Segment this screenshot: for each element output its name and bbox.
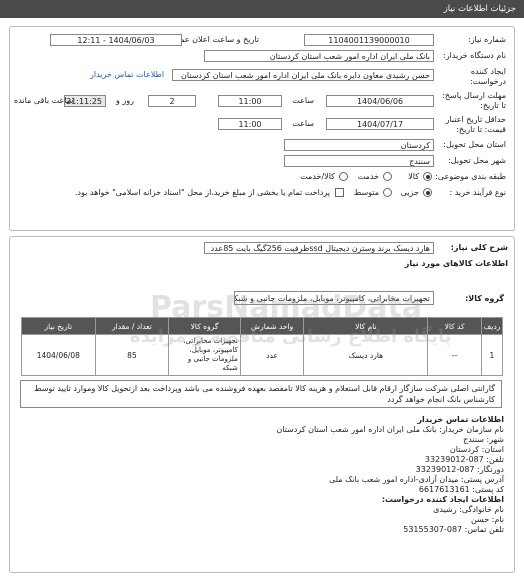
page-title: جزئیات اطلاعات نیاز	[443, 4, 516, 14]
treasury-payment-checkbox[interactable]	[335, 188, 344, 197]
delivery-province-value: کردستان	[284, 139, 434, 151]
price-validity-date: 1404/07/17	[326, 118, 434, 130]
process-medium-label: متوسط	[353, 188, 379, 197]
buyer-org-value: بانک ملی ایران اداره امور شعب استان کردس…	[204, 50, 434, 62]
goods-table: ردیف کد کالا نام کالا واحد شمارش گروه کا…	[21, 317, 504, 376]
category-goods-radio[interactable]	[423, 172, 432, 181]
process-minor-radio[interactable]	[423, 188, 432, 197]
category-label: طبقه بندی موضوعی:	[435, 172, 506, 181]
price-validity-time-label: ساعت	[292, 119, 314, 128]
need-description-section: شرح کلی نیاز: هارد دیسک برند وسترن دیجیت…	[9, 236, 515, 573]
need-number-value: 1104001139000010	[304, 34, 434, 46]
table-row: 1 -- هارد دیسک عدد تجهیزات مخابراتی، کام…	[21, 334, 504, 376]
col-group: گروه کالا	[168, 317, 241, 335]
description-label: شرح کلی نیاز:	[450, 243, 508, 252]
need-details-panel: شماره نیاز: 1104001139000010 تاریخ و ساع…	[9, 26, 515, 231]
reply-deadline-label: مهلت ارسال پاسخ:	[442, 91, 506, 100]
buyer-contact-org: نام سازمان خریدار: بانک ملی ایران اداره …	[276, 425, 504, 434]
buyer-note: گارانتی اصلی شرکت سازگار ارقام قابل استع…	[20, 380, 502, 408]
reply-deadline-time: 11:00	[218, 95, 282, 107]
price-validity-time: 11:00	[218, 118, 282, 130]
cell-name: هارد دیسک	[303, 334, 429, 376]
col-date: تاریخ نیاز	[21, 317, 96, 335]
delivery-city-value: سنندج	[284, 155, 434, 167]
goods-table-header: ردیف کد کالا نام کالا واحد شمارش گروه کا…	[21, 317, 504, 335]
buyer-contact-city: شهر: سنندج	[463, 435, 504, 444]
reply-deadline-time-label: ساعت	[292, 96, 314, 105]
category-goods-service-radio[interactable]	[339, 172, 348, 181]
reply-deadline-label-2: تا تاریخ:	[480, 101, 506, 110]
col-unit: واحد شمارش	[239, 317, 305, 335]
creator-label: ایجاد کننده	[470, 67, 506, 76]
cell-group: تجهیزات مخابراتی، کامپیوتر، موبایل، ملزو…	[168, 334, 241, 376]
delivery-city-label: شهر محل تحویل:	[448, 156, 506, 165]
buyer-contact-phone: تلفن: 087-33239012	[424, 455, 504, 464]
category-service-label: خدمت	[357, 172, 379, 181]
buyer-contact-fax: دورنگار: 087-33239012	[415, 465, 504, 474]
goods-group-value: تجهیزات مخابراتی، کامپیوتر، موبایل، ملزو…	[234, 291, 434, 305]
buyer-contact-address: آدرس پستی: میدان آزادی-اداره امور شعب با…	[328, 475, 504, 484]
treasury-payment-note: پرداخت تمام یا بخشی از مبلغ خرید،از محل …	[74, 188, 330, 197]
category-service-radio[interactable]	[383, 172, 392, 181]
buyer-contact-title: اطلاعات تماس خریدار	[417, 415, 504, 424]
process-minor-label: جزیی	[400, 188, 419, 197]
announce-date-value: 1404/06/03 - 12:11	[50, 34, 182, 46]
cell-code: --	[427, 334, 482, 376]
col-name: نام کالا	[303, 317, 429, 335]
process-type-label: نوع فرآیند خرید :	[449, 188, 506, 197]
buyer-contact-province: استان: کردستان	[449, 445, 504, 454]
cell-row: 1	[480, 334, 504, 376]
remaining-days: 2	[148, 95, 196, 107]
goods-info-title: اطلاعات کالاهای مورد نیاز	[404, 259, 508, 268]
need-number-label: شماره نیاز:	[468, 35, 506, 44]
price-validity-label: حداقل تاریخ اعتبار	[445, 115, 506, 124]
remaining-time-label: ساعت باقی مانده	[14, 96, 74, 105]
col-qty: تعداد / مقدار	[94, 317, 170, 335]
category-goods-label: کالا	[408, 172, 419, 181]
buyer-contact-postal: کد پستی: 6617613161	[418, 485, 504, 494]
cell-qty: 85	[94, 334, 170, 376]
price-validity-label-2: قیمت: تا تاریخ:	[456, 125, 506, 134]
col-code: کد کالا	[427, 317, 482, 335]
cell-date: 1404/06/08	[21, 334, 96, 376]
creator-value: حسن رشیدی معاون دایره بانک ملی ایران ادا…	[172, 69, 434, 81]
creator-phone: تلفن تماس: 087-53155307	[403, 525, 504, 534]
creator-name: نام: حسن	[470, 515, 504, 524]
col-row: ردیف	[480, 317, 504, 335]
remaining-days-label: روز و	[116, 96, 134, 105]
creator-label-2: درخواست:	[470, 77, 506, 86]
page-header: جزئیات اطلاعات نیاز	[0, 0, 524, 18]
goods-group-label: گروه کالا:	[465, 294, 504, 303]
creator-lastname: نام خانوادگی: رشیدی	[433, 505, 504, 514]
delivery-province-label: استان محل تحویل:	[443, 140, 506, 149]
process-medium-radio[interactable]	[383, 188, 392, 197]
cell-unit: عدد	[239, 334, 305, 376]
description-value: هارد دیسک برند وسترن دیجیتال ssdظرفیت 25…	[204, 242, 434, 254]
buyer-contact-link[interactable]: اطلاعات تماس خریدار	[90, 70, 164, 79]
category-goods-service-label: کالا/خدمت	[300, 172, 335, 181]
buyer-org-label: نام دستگاه خریدار:	[443, 51, 506, 60]
creator-info-title: اطلاعات ایجاد کننده درخواست:	[381, 495, 504, 504]
reply-deadline-date: 1404/06/06	[326, 95, 434, 107]
